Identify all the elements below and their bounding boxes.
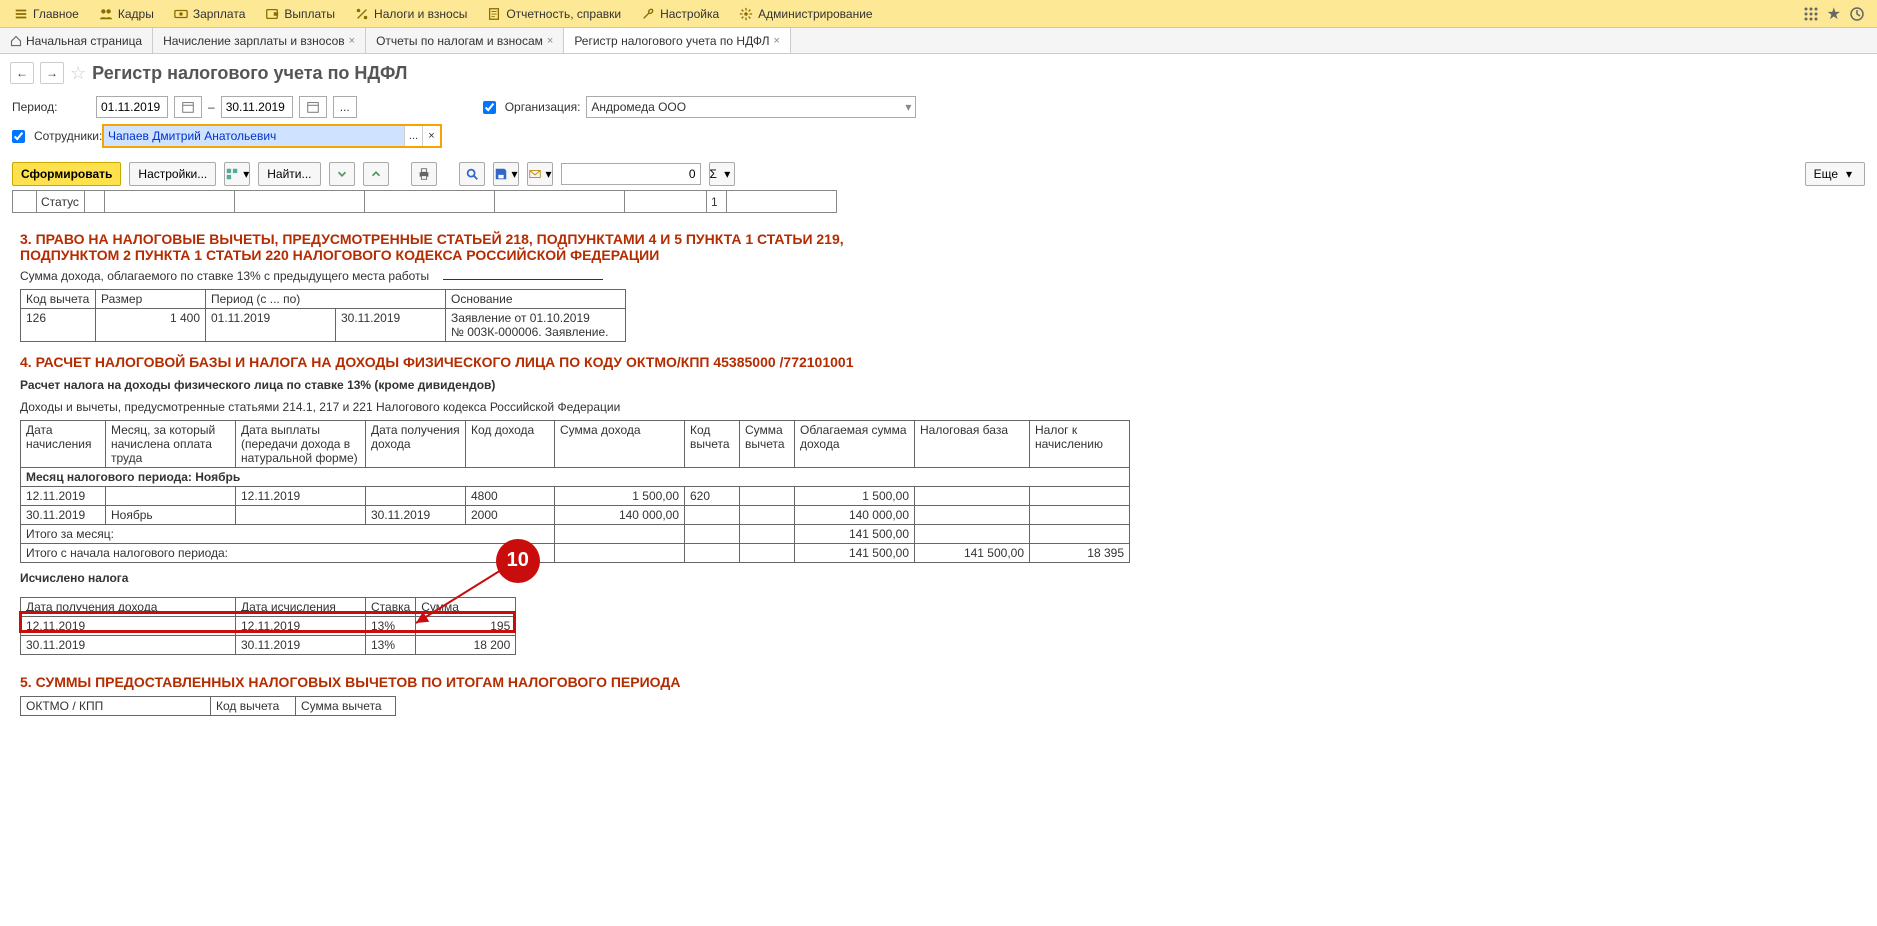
org-checkbox[interactable] xyxy=(483,101,496,114)
toolbar: Сформировать Настройки... ▾ Найти... ▾ ▾… xyxy=(0,158,1877,190)
wrench-icon xyxy=(641,7,655,21)
expand-icon xyxy=(335,167,349,181)
menu-nastroika[interactable]: Настройка xyxy=(631,2,729,26)
nav-back-button[interactable]: ← xyxy=(10,62,34,84)
sum-button[interactable]: Σ▾ xyxy=(709,162,735,186)
nav-forward-button[interactable]: → xyxy=(40,62,64,84)
tab-registr[interactable]: Регистр налогового учета по НДФЛ× xyxy=(564,28,791,53)
envelope-icon xyxy=(528,167,542,181)
email-button[interactable]: ▾ xyxy=(527,162,553,186)
report-area[interactable]: 3. ПРАВО НА НАЛОГОВЫЕ ВЫЧЕТЫ, ПРЕДУСМОТР… xyxy=(0,213,1877,926)
variants-button[interactable]: ▾ xyxy=(224,162,250,186)
history-icon[interactable] xyxy=(1849,6,1865,22)
favorite-icon[interactable]: ☆ xyxy=(70,63,86,84)
variants-icon xyxy=(225,167,239,181)
deductions-table: Код вычетаРазмерПериод (с ... по)Основан… xyxy=(20,289,626,342)
settings-button[interactable]: Настройки... xyxy=(129,162,216,186)
tab-otchety[interactable]: Отчеты по налогам и взносам× xyxy=(366,28,564,53)
section5-title: 5. СУММЫ ПРЕДОСТАВЛЕННЫХ НАЛОГОВЫХ ВЫЧЕТ… xyxy=(20,674,1857,690)
diskette-icon xyxy=(494,167,508,181)
counter-input[interactable] xyxy=(561,163,701,185)
tab-nachislenie[interactable]: Начисление зарплаты и взносов× xyxy=(153,28,366,53)
printer-icon xyxy=(417,167,431,181)
date-from-input[interactable] xyxy=(96,96,168,118)
tab-start[interactable]: Начальная страница xyxy=(0,28,153,53)
apps-icon[interactable] xyxy=(1803,6,1819,22)
org-select[interactable]: Андромеда ООО ▾ xyxy=(586,96,916,118)
section3-title: 3. ПРАВО НА НАЛОГОВЫЕ ВЫЧЕТЫ, ПРЕДУСМОТР… xyxy=(20,231,940,263)
gear-icon xyxy=(739,7,753,21)
dropdown-icon: ▾ xyxy=(905,100,911,114)
close-icon[interactable]: × xyxy=(774,35,780,47)
calendar-icon xyxy=(181,100,195,114)
document-icon xyxy=(487,7,501,21)
dash: – xyxy=(208,100,215,114)
home-icon xyxy=(10,35,22,47)
menu-main[interactable]: Главное xyxy=(4,2,89,26)
collapse-button[interactable] xyxy=(363,162,389,186)
menu-nalogi[interactable]: Налоги и взносы xyxy=(345,2,477,26)
section5-table: ОКТМО / КППКод вычетаСумма вычета xyxy=(20,696,396,716)
period-label: Период: xyxy=(12,100,90,114)
calc-tax-table: Дата получения доходаДата исчисленияСтав… xyxy=(20,597,516,655)
people-icon xyxy=(99,7,113,21)
tabs-bar: Начальная страница Начисление зарплаты и… xyxy=(0,28,1877,54)
more-button[interactable]: Еще▾ xyxy=(1805,162,1865,186)
section4-title: 4. РАСЧЕТ НАЛОГОВОЙ БАЗЫ И НАЛОГА НА ДОХ… xyxy=(20,354,1857,370)
close-icon[interactable]: × xyxy=(349,35,355,47)
menu-kadry[interactable]: Кадры xyxy=(89,2,164,26)
expand-button[interactable] xyxy=(329,162,355,186)
print-button[interactable] xyxy=(411,162,437,186)
main-menu: Главное Кадры Зарплата Выплаты Налоги и … xyxy=(0,0,1877,28)
generate-button[interactable]: Сформировать xyxy=(12,162,121,186)
date-to-picker[interactable] xyxy=(299,96,327,118)
calendar-icon xyxy=(306,100,320,114)
menu-vyplaty[interactable]: Выплаты xyxy=(255,2,345,26)
status-strip: Статус 1 xyxy=(12,190,1865,213)
period-select-button[interactable]: ... xyxy=(333,96,357,118)
magnifier-icon xyxy=(465,167,479,181)
wallet-icon xyxy=(265,7,279,21)
find-button[interactable]: Найти... xyxy=(258,162,320,186)
save-button[interactable]: ▾ xyxy=(493,162,519,186)
close-icon[interactable]: × xyxy=(547,35,553,47)
collapse-icon xyxy=(369,167,383,181)
title-bar: ← → ☆ Регистр налогового учета по НДФЛ xyxy=(0,54,1877,92)
employee-select-button[interactable]: ... xyxy=(404,126,422,146)
date-to-input[interactable] xyxy=(221,96,293,118)
percent-icon xyxy=(355,7,369,21)
menu-admin[interactable]: Администрирование xyxy=(729,2,882,26)
employee-clear-button[interactable]: × xyxy=(422,126,440,146)
employee-label: Сотрудники: xyxy=(34,129,96,143)
star-icon[interactable]: ★ xyxy=(1827,4,1841,24)
employee-checkbox[interactable] xyxy=(12,130,25,143)
preview-button[interactable] xyxy=(459,162,485,186)
page-title: Регистр налогового учета по НДФЛ xyxy=(92,63,407,84)
org-label: Организация: xyxy=(505,100,581,114)
list-icon xyxy=(14,7,28,21)
menu-zarplata[interactable]: Зарплата xyxy=(164,2,256,26)
employee-input[interactable] xyxy=(104,126,404,146)
money-icon xyxy=(174,7,188,21)
employee-field: ... × xyxy=(102,124,442,148)
menu-otchetnost[interactable]: Отчетность, справки xyxy=(477,2,631,26)
date-from-picker[interactable] xyxy=(174,96,202,118)
income-table: Дата начисления Месяц, за который начисл… xyxy=(20,420,1130,563)
